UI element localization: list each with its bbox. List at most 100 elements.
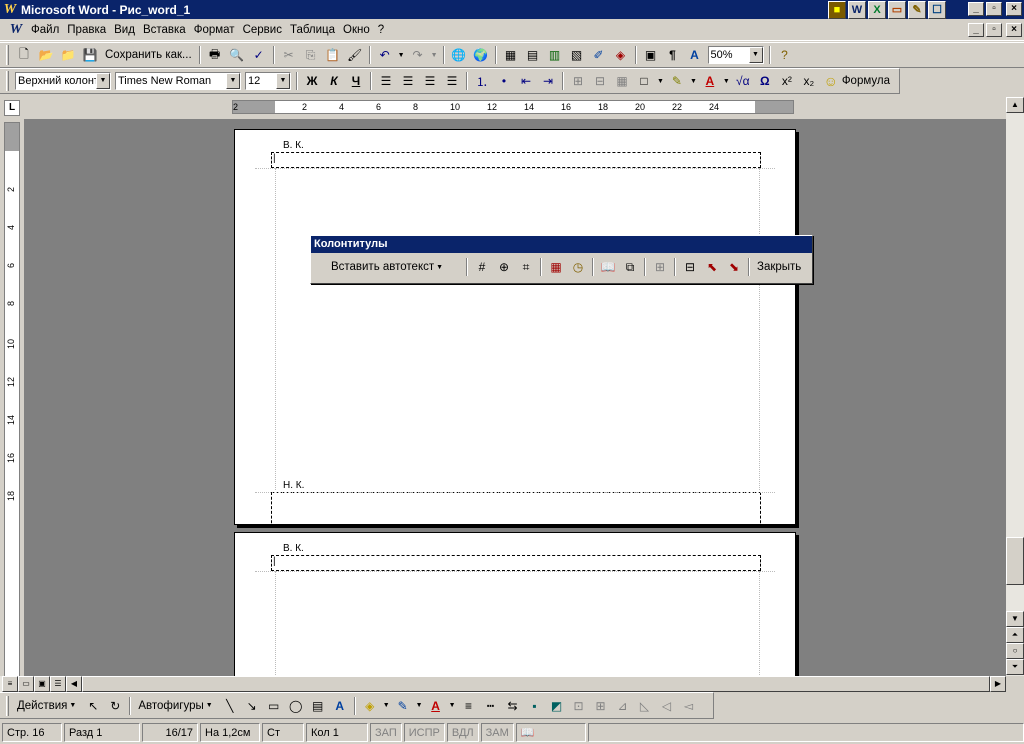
page-number-icon[interactable]: # [471,256,493,278]
superscript-button[interactable]: x² [776,70,798,92]
scroll-up-icon[interactable]: ▲ [1006,97,1024,113]
symbol-button[interactable]: Ω [754,70,776,92]
horizontal-scroll-thumb[interactable] [82,676,990,692]
arrow-icon[interactable]: ↘ [241,695,263,717]
distribute-icon[interactable]: ⊞ [590,695,612,717]
subscript-button[interactable]: x₂ [798,70,820,92]
decrease-indent-icon[interactable]: ⇤ [515,70,537,92]
align-left-icon[interactable]: ☰ [375,70,397,92]
web-toolbar-icon[interactable]: 🌍 [470,44,492,66]
insert-excel-icon[interactable]: ▥ [544,44,566,66]
menu-file[interactable]: Файл [27,20,63,41]
font-color-icon[interactable]: A [699,70,721,92]
line-style-icon[interactable]: ≡ [458,695,480,717]
doc-restore-button[interactable]: ▫ [986,23,1002,37]
hyperlink-icon[interactable]: 🌐 [448,44,470,66]
draw-actions-button[interactable]: Действия ▼ [13,695,82,717]
switch-header-footer-icon[interactable]: ⊟ [679,256,701,278]
flip-icon[interactable]: ◁ [656,695,678,717]
insert-date-icon[interactable]: ▦ [545,256,567,278]
justify-icon[interactable]: ☰ [441,70,463,92]
pilcrow-icon[interactable]: ¶ [662,44,684,66]
redo-icon[interactable]: ↷ [407,44,429,66]
previous-page-icon[interactable]: ⏶ [1006,627,1024,643]
scroll-left-icon[interactable]: ◀ [66,676,82,692]
text-box-icon[interactable]: ▤ [307,695,329,717]
outlook-tray-icon[interactable]: ☐ [928,0,946,19]
format-page-number-icon[interactable]: ⌗ [515,256,537,278]
spelling-status-icon[interactable]: 📖 [515,723,586,742]
select-browse-object-icon[interactable]: ○ [1006,643,1024,659]
menu-view[interactable]: Вид [110,20,139,41]
wordart-icon[interactable]: A [329,695,351,717]
formula-button[interactable]: Формула [842,70,894,92]
horizontal-ruler[interactable]: 2 2 4 6 8 10 12 14 16 18 20 22 24 [232,100,794,114]
save-icon[interactable]: 💾 [79,44,101,66]
close-button[interactable]: × [1006,2,1022,16]
new-document-icon[interactable]: 🗋 [13,44,35,66]
split-cells-icon[interactable]: ⊟ [589,70,611,92]
normal-view-icon[interactable]: ≡ [2,676,18,692]
scroll-thumb[interactable] [1006,537,1024,585]
status-rec[interactable]: ЗАП [370,723,402,742]
undo-icon[interactable]: ↶ [374,44,396,66]
style-select[interactable]: Верхний колонт ▼ [15,72,111,90]
line-color-icon[interactable]: ✎ [392,695,414,717]
drawing-icon[interactable]: ✐ [588,44,610,66]
bullets-icon[interactable]: • [493,70,515,92]
word-tray-icon[interactable]: W [848,0,866,19]
tab-selector[interactable]: L [4,100,20,116]
borders-icon[interactable]: □ [633,70,655,92]
paste-icon[interactable]: 📋 [322,44,344,66]
minimize-button[interactable]: _ [968,2,984,16]
access-tray-icon[interactable]: ✎ [908,0,926,19]
page[interactable]: В. К. | Н. К. [234,129,796,528]
next-page-icon[interactable]: ⏷ [1006,659,1024,675]
align-right-icon[interactable]: ☰ [419,70,441,92]
dash-style-icon[interactable]: ┅ [480,695,502,717]
menu-tools[interactable]: Сервис [239,20,286,41]
shadow-icon[interactable]: ▪ [524,695,546,717]
insert-time-icon[interactable]: ◷ [567,256,589,278]
document-map-icon[interactable]: ◈ [610,44,632,66]
italic-button[interactable]: К [323,70,345,92]
footer-area[interactable] [271,492,761,528]
web-layout-icon[interactable]: ▭ [18,676,34,692]
insert-autotext-button[interactable]: Вставить автотекст ▼ [313,256,463,278]
print-icon[interactable]: 🖶 [204,44,226,66]
merge-cells-icon[interactable]: ⊞ [567,70,589,92]
line-icon[interactable]: ╲ [219,695,241,717]
highlight-icon[interactable]: ✎ [666,70,688,92]
open-folder-2-icon[interactable]: 📁 [57,44,79,66]
vertical-ruler[interactable]: 2 4 6 8 10 12 14 16 18 [4,122,20,677]
increase-indent-icon[interactable]: ⇥ [537,70,559,92]
3d-icon[interactable]: ◩ [546,695,568,717]
doc-close-button[interactable]: × [1006,23,1022,37]
page-setup-icon[interactable]: 📖 [597,256,619,278]
menu-insert[interactable]: Вставка [139,20,190,41]
menu-format[interactable]: Формат [190,20,239,41]
page[interactable]: В. К. | [234,532,796,676]
draw-font-color-icon[interactable]: A [425,695,447,717]
copy-icon[interactable]: ⎘ [300,44,322,66]
scroll-down-icon[interactable]: ▼ [1006,611,1024,627]
insert-table-icon[interactable]: ▤ [522,44,544,66]
flip-vertical-icon[interactable]: ◅ [678,695,700,717]
menu-help[interactable]: ? [374,20,388,41]
align-objects-icon[interactable]: ⊡ [568,695,590,717]
zoom-select[interactable]: 50% ▼ [707,46,764,64]
save-as-button[interactable]: Сохранить как... [101,44,196,66]
oval-icon[interactable]: ◯ [285,695,307,717]
fill-color-icon[interactable]: ◈ [359,695,381,717]
print-layout-icon[interactable]: ▣ [34,676,50,692]
maximize-button[interactable]: ▫ [986,2,1002,16]
font-size-select[interactable]: 12 ▼ [245,72,291,90]
show-hide-icon[interactable]: ▣ [640,44,662,66]
menu-edit[interactable]: Правка [63,20,110,41]
office-assistant-icon[interactable]: ? [774,44,796,66]
excel-tray-icon[interactable]: X [868,0,886,19]
menu-window[interactable]: Окно [339,20,374,41]
print-preview-icon[interactable]: 🔍 [226,44,248,66]
header-area[interactable] [271,152,761,168]
format-painter-icon[interactable]: 🖌 [344,44,366,66]
